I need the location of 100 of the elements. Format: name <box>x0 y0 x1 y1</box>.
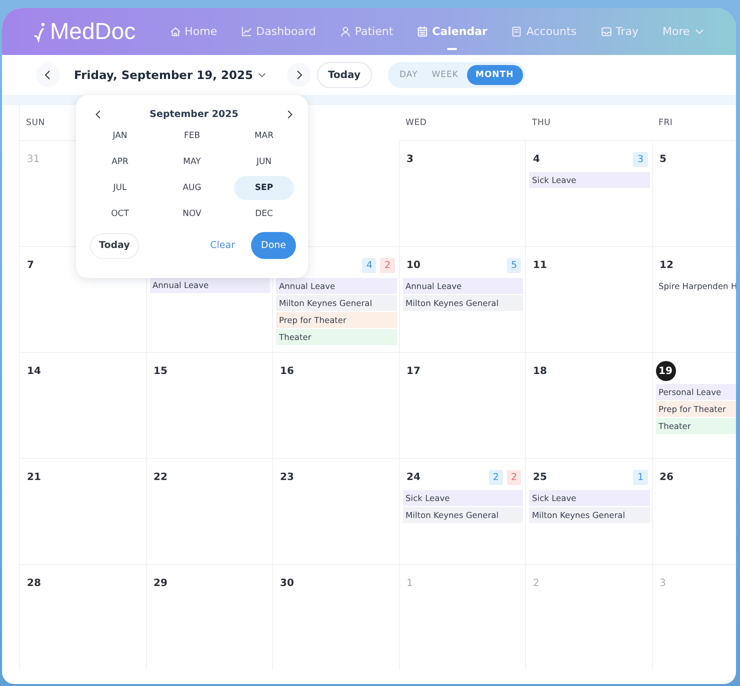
weekday-label: FRI <box>658 118 673 128</box>
day-number: 31 <box>26 154 40 164</box>
day-number: 3 <box>658 578 666 588</box>
day-cell[interactable]: 26 <box>652 458 736 564</box>
event-chip[interactable]: Theater <box>276 329 396 345</box>
chevron-left-icon <box>94 110 103 119</box>
day-number: 5 <box>658 154 666 164</box>
today-button[interactable]: Today <box>317 62 372 88</box>
day-number: 23 <box>279 472 294 482</box>
month-option[interactable]: FEB <box>162 124 222 148</box>
event-chip[interactable]: Prep for Theater <box>276 312 396 328</box>
event-chip[interactable]: Sick Leave <box>402 490 523 506</box>
day-cell[interactable]: 3 <box>398 140 526 246</box>
month-option[interactable]: OCT <box>90 202 150 226</box>
month-option[interactable]: APR <box>90 150 150 174</box>
home-icon <box>170 26 181 37</box>
day-number: 24 <box>406 472 420 482</box>
line-chart-icon <box>241 26 252 37</box>
day-number: 16 <box>279 366 294 376</box>
day-number: 18 <box>532 366 547 376</box>
weekday-label: THU <box>531 118 551 128</box>
weekday-label: SUN <box>25 118 45 128</box>
day-cell[interactable]: 4 3 Sick Leave <box>526 140 652 246</box>
day-number: 15 <box>152 366 168 376</box>
weekday-label: WED <box>404 118 427 128</box>
count-badge: 5 <box>506 258 521 272</box>
count-badge: 4 <box>362 258 376 272</box>
day-number: 3 <box>406 154 414 164</box>
count-badge: 1 <box>633 470 648 484</box>
event-chip[interactable]: Sick Leave <box>529 490 650 506</box>
month-option[interactable]: DEC <box>234 202 294 226</box>
day-cell[interactable]: 11 <box>526 246 652 352</box>
day-number: 10 <box>406 260 420 270</box>
person-icon <box>340 26 351 37</box>
event-chip[interactable]: Personal Leave <box>656 384 736 400</box>
event-chip[interactable]: Prep for Theater <box>656 401 736 417</box>
next-button[interactable] <box>287 63 312 87</box>
day-number: 11 <box>532 260 547 270</box>
day-cell[interactable]: 30 <box>273 564 400 670</box>
day-cell[interactable]: 17 <box>400 352 526 458</box>
day-cell[interactable]: 12 Spire Harpenden H <box>652 246 736 352</box>
date-title[interactable]: Friday, September 19, 2025 <box>74 68 254 82</box>
picker-title: September 2025 <box>150 109 238 120</box>
day-number: 28 <box>26 578 41 588</box>
day-cell[interactable]: 28 <box>20 564 146 670</box>
day-cell[interactable]: 21 <box>20 458 146 564</box>
month-option[interactable]: JUL <box>90 176 150 200</box>
day-number: 7 <box>26 260 34 270</box>
day-number: 2 <box>532 578 540 588</box>
day-number: 25 <box>532 472 547 482</box>
day-number: 12 <box>658 260 674 270</box>
month-option[interactable]: MAR <box>234 124 294 148</box>
day-number: 21 <box>26 472 41 482</box>
month-option[interactable]: JUN <box>234 150 294 174</box>
day-cell[interactable]: 22 <box>146 458 273 564</box>
day-cell[interactable]: 14 <box>20 352 146 458</box>
chevron-right-icon <box>285 110 294 119</box>
event-chip[interactable]: Annual Leave <box>150 277 270 293</box>
today-button[interactable]: Today <box>90 232 139 258</box>
calendar-icon <box>417 26 428 37</box>
event-chip[interactable]: Annual Leave <box>402 278 523 294</box>
previous-button[interactable] <box>36 63 60 87</box>
day-number: 29 <box>152 578 168 588</box>
logo-text: MedDoc <box>50 18 136 45</box>
month-option[interactable]: MAY <box>162 150 222 174</box>
count-badge: 2 <box>380 258 394 272</box>
event-chip[interactable]: Milton Keynes General <box>402 507 523 523</box>
day-cell[interactable]: 5 <box>652 140 736 246</box>
document-icon <box>511 26 522 37</box>
chevron-right-icon <box>294 70 304 80</box>
day-cell[interactable]: 18 <box>526 352 652 458</box>
day-cell[interactable]: 24 2 2 Sick Leave Milton Keynes General <box>400 458 526 564</box>
event-chip[interactable]: Annual Leave <box>276 278 396 294</box>
day-cell[interactable]: 25 1 Sick Leave Milton Keynes General <box>526 458 652 564</box>
count-badge: 2 <box>488 470 503 484</box>
day-number: 30 <box>279 578 294 588</box>
tray-icon <box>600 26 612 37</box>
day-number: 26 <box>658 472 674 482</box>
today-marker: 19 <box>656 361 676 381</box>
month-option[interactable]: SEP <box>234 176 294 200</box>
month-option[interactable]: NOV <box>162 202 222 226</box>
event-chip[interactable]: Sick Leave <box>529 172 650 188</box>
day-cell[interactable]: 15 <box>146 352 273 458</box>
event-chip[interactable]: Milton Keynes General <box>276 295 396 311</box>
event-chip[interactable]: Theater <box>656 418 736 434</box>
day-cell[interactable]: 10 5 Annual Leave Milton Keynes General <box>400 246 526 352</box>
count-badge: 2 <box>506 470 521 484</box>
month-option[interactable]: AUG <box>162 176 222 200</box>
day-cell[interactable]: 19 Personal Leave Prep for Theater Theater <box>652 352 736 458</box>
month-option[interactable]: JAN <box>90 124 150 148</box>
event-chip[interactable]: Milton Keynes General <box>529 507 650 523</box>
day-cell[interactable]: 23 <box>273 458 400 564</box>
day-cell[interactable]: 29 <box>146 564 273 670</box>
event-chip[interactable]: Milton Keynes General <box>402 295 523 311</box>
day-number: 14 <box>26 366 41 376</box>
day-number: 17 <box>406 366 420 376</box>
day-number: 22 <box>152 472 168 482</box>
day-number: 1 <box>406 578 413 588</box>
day-cell[interactable]: 16 <box>273 352 400 458</box>
chevron-left-icon <box>43 70 53 80</box>
